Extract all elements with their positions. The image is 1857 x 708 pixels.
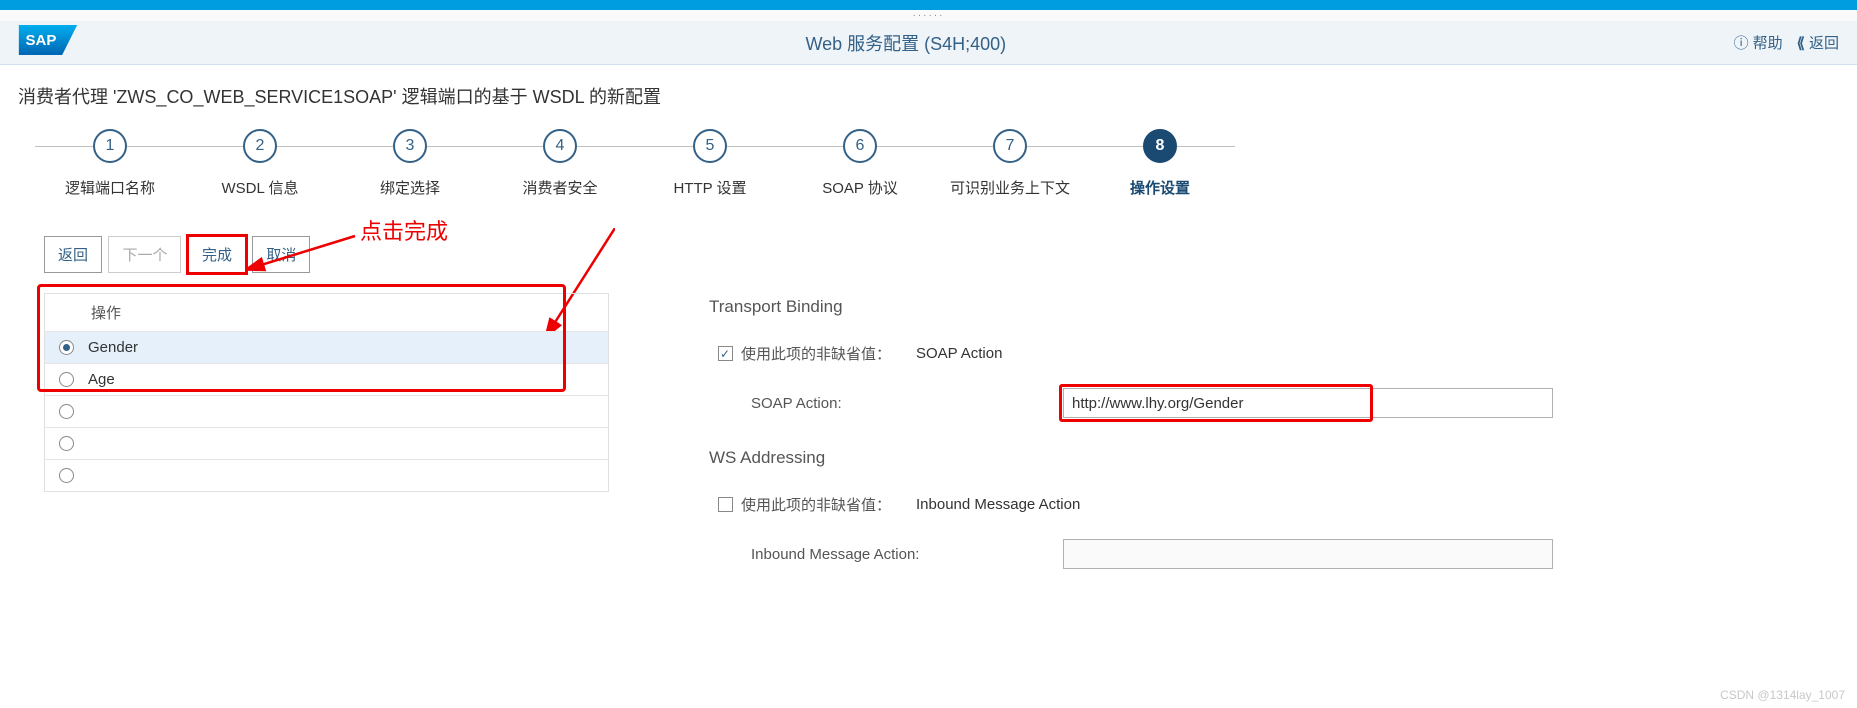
wizard-step-1[interactable]: 1 逻辑端口名称: [35, 129, 185, 198]
radio-empty-1[interactable]: [59, 404, 74, 419]
annotation-text: 点击完成: [360, 214, 448, 246]
help-link[interactable]: ⓘ帮助: [1734, 32, 1783, 53]
next-button: 下一个: [108, 236, 181, 273]
step-circle-4: 4: [543, 129, 577, 163]
row-soap-action-input: SOAP Action:: [709, 388, 1827, 418]
step-circle-8: 8: [1143, 129, 1177, 163]
wizard-step-8[interactable]: 8 操作设置: [1085, 129, 1235, 198]
step-label-3: 绑定选择: [380, 177, 440, 198]
label-ws-non-default: 使用此项的非缺省值：: [741, 494, 916, 515]
static-inbound-action: Inbound Message Action: [916, 496, 1080, 513]
back-label: 返回: [1809, 32, 1839, 53]
section-title-ws: WS Addressing: [709, 448, 1827, 468]
drag-handle-icon[interactable]: ······: [0, 10, 1857, 21]
app-header: SAP Web 服务配置 (S4H;400) ⓘ帮助 ⟪返回: [0, 21, 1857, 65]
window-top-accent: [0, 0, 1857, 10]
step-label-2: WSDL 信息: [222, 177, 299, 198]
wizard-step-5[interactable]: 5 HTTP 设置: [635, 129, 785, 198]
label-inbound-action: Inbound Message Action:: [741, 546, 1063, 563]
radio-age[interactable]: [59, 372, 74, 387]
operation-row-gender[interactable]: Gender: [45, 331, 608, 363]
step-label-1: 逻辑端口名称: [65, 177, 155, 198]
radio-empty-2[interactable]: [59, 436, 74, 451]
help-label: 帮助: [1753, 32, 1783, 53]
step-label-8: 操作设置: [1130, 177, 1190, 198]
operation-label-age: Age: [88, 371, 115, 388]
wizard-toolbar: 返回 下一个 完成 取消: [0, 218, 1857, 273]
step-label-5: HTTP 设置: [673, 177, 746, 198]
step-circle-7: 7: [993, 129, 1027, 163]
step-circle-3: 3: [393, 129, 427, 163]
soap-action-input[interactable]: [1063, 388, 1553, 418]
svg-text:SAP: SAP: [26, 32, 57, 49]
step-circle-1: 1: [93, 129, 127, 163]
step-label-6: SOAP 协议: [822, 177, 898, 198]
step-label-7: 可识别业务上下文: [950, 177, 1070, 198]
row-transport-use-non-default: 使用此项的非缺省值： SOAP Action: [709, 343, 1827, 364]
step-circle-5: 5: [693, 129, 727, 163]
cancel-button[interactable]: 取消: [252, 236, 310, 273]
radio-gender[interactable]: [59, 340, 74, 355]
operation-row-empty[interactable]: [45, 395, 608, 427]
wizard-stepper: 1 逻辑端口名称 2 WSDL 信息 3 绑定选择 4 消费者安全 5 HTTP…: [0, 119, 1857, 218]
operation-row-age[interactable]: Age: [45, 363, 608, 395]
label-soap-action: SOAP Action:: [741, 395, 1063, 412]
operation-label-gender: Gender: [88, 339, 138, 356]
page-title: Web 服务配置 (S4H;400): [805, 34, 1006, 54]
row-ws-use-non-default: 使用此项的非缺省值： Inbound Message Action: [709, 494, 1827, 515]
operations-header: 操作: [45, 294, 608, 331]
back-button[interactable]: 返回: [44, 236, 102, 273]
section-title-transport: Transport Binding: [709, 297, 1827, 317]
back-icon: ⟪: [1797, 34, 1805, 52]
label-transport-non-default: 使用此项的非缺省值：: [741, 343, 916, 364]
operation-row-empty[interactable]: [45, 427, 608, 459]
inbound-action-input[interactable]: [1063, 539, 1553, 569]
radio-empty-3[interactable]: [59, 468, 74, 483]
step-label-4: 消费者安全: [522, 177, 597, 198]
wizard-step-4[interactable]: 4 消费者安全: [485, 129, 635, 198]
row-inbound-input: Inbound Message Action:: [709, 539, 1827, 569]
operations-table: 操作 Gender Age: [44, 293, 609, 492]
checkbox-transport-non-default[interactable]: [718, 346, 733, 361]
back-link[interactable]: ⟪返回: [1797, 32, 1839, 53]
help-icon: ⓘ: [1734, 32, 1749, 53]
checkbox-ws-non-default[interactable]: [718, 497, 733, 512]
wizard-step-2[interactable]: 2 WSDL 信息: [185, 129, 335, 198]
wizard-step-6[interactable]: 6 SOAP 协议: [785, 129, 935, 198]
step-circle-6: 6: [843, 129, 877, 163]
sap-logo: SAP: [18, 25, 78, 60]
finish-button[interactable]: 完成: [188, 236, 246, 273]
watermark: CSDN @1314lay_1007: [1720, 688, 1845, 702]
operation-row-empty[interactable]: [45, 459, 608, 491]
wizard-step-7[interactable]: 7 可识别业务上下文: [935, 129, 1085, 198]
page-subtitle: 消费者代理 'ZWS_CO_WEB_SERVICE1SOAP' 逻辑端口的基于 …: [0, 65, 1857, 119]
static-soap-action: SOAP Action: [916, 345, 1002, 362]
wizard-step-3[interactable]: 3 绑定选择: [335, 129, 485, 198]
step-circle-2: 2: [243, 129, 277, 163]
